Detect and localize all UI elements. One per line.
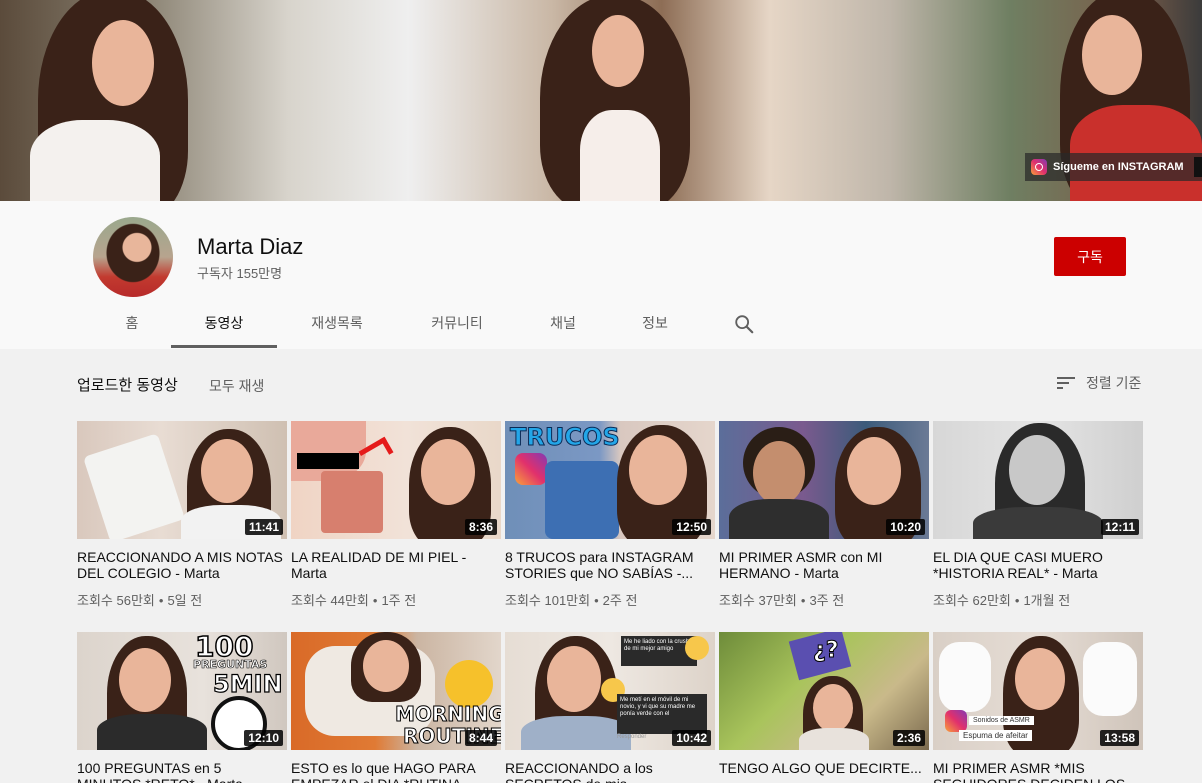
video-duration: 10:20 — [886, 519, 925, 535]
video-title[interactable]: MI PRIMER ASMR *MIS SEGUIDORES DECIDEN L… — [933, 760, 1143, 783]
video-card[interactable]: MORNING ROUTINE 8:44 ESTO es lo que HAGO… — [291, 632, 501, 783]
channel-header: Marta Diaz 구독자 155만명 구독 홈 동영상 재생목록 커뮤니티 … — [0, 201, 1202, 349]
foam-hand — [939, 642, 991, 712]
channel-tabs: 홈 동영상 재생목록 커뮤니티 채널 정보 — [0, 297, 1202, 349]
video-card[interactable]: Sonidos de ASMR Espuma de afeitar 13:58 … — [933, 632, 1143, 783]
video-duration: 12:10 — [244, 730, 283, 746]
video-thumbnail[interactable]: Me he liado con la crush de mi mejor ami… — [505, 632, 715, 750]
channel-banner: Sígueme en INSTAGRAM — [0, 0, 1202, 201]
video-thumbnail[interactable]: 8:36 — [291, 421, 501, 539]
video-title[interactable]: LA REALIDAD DE MI PIEL - Marta — [291, 549, 501, 581]
video-title[interactable]: 8 TRUCOS para INSTAGRAM STORIES que NO S… — [505, 549, 715, 581]
video-title[interactable]: REACCIONANDO A MIS NOTAS DEL COLEGIO - M… — [77, 549, 287, 581]
emoji-icon — [685, 636, 709, 660]
video-title[interactable]: EL DIA QUE CASI MUERO *HISTORIA REAL* - … — [933, 549, 1143, 581]
video-duration: 11:41 — [244, 519, 283, 535]
video-title[interactable]: MI PRIMER ASMR con MI HERMANO - Marta — [719, 549, 929, 581]
video-thumbnail[interactable]: TRUCOS 12:50 — [505, 421, 715, 539]
tab-about[interactable]: 정보 — [632, 297, 678, 349]
video-card[interactable]: ¿? 2:36 TENGO ALGO QUE DECIRTE... — [719, 632, 929, 783]
video-card[interactable]: 8:36 LA REALIDAD DE MI PIEL - Marta 조회수 … — [291, 421, 501, 609]
instagram-icon — [515, 453, 547, 485]
subscribe-button[interactable]: 구독 — [1054, 237, 1126, 276]
video-meta: 조회수 37만회 • 3주 전 — [719, 593, 845, 608]
video-thumbnail[interactable]: 12:11 — [933, 421, 1143, 539]
instagram-icon — [1031, 159, 1047, 175]
video-title[interactable]: REACCIONANDO a los SECRETOS de mis — [505, 760, 715, 783]
video-duration: 8:36 — [464, 519, 497, 535]
video-card[interactable]: 100 PREGUNTAS 5MIN 12:10 100 PREGUNTAS e… — [77, 632, 287, 783]
video-duration: 12:11 — [1100, 519, 1139, 535]
video-card[interactable]: 12:11 EL DIA QUE CASI MUERO *HISTORIA RE… — [933, 421, 1143, 609]
subscriber-count: 구독자 155만명 — [197, 266, 283, 281]
video-thumbnail[interactable]: Sonidos de ASMR Espuma de afeitar 13:58 — [933, 632, 1143, 750]
video-duration: 8:44 — [464, 730, 497, 746]
tab-community[interactable]: 커뮤니티 — [416, 297, 498, 349]
video-title[interactable]: TENGO ALGO QUE DECIRTE... — [719, 760, 929, 783]
video-duration: 13:58 — [1100, 730, 1139, 746]
sort-icon — [1057, 377, 1075, 389]
channel-name: Marta Diaz — [197, 234, 304, 259]
video-meta: 조회수 56만회 • 5일 전 — [77, 593, 203, 608]
instagram-link[interactable]: Sígueme en INSTAGRAM — [1025, 153, 1202, 181]
video-thumbnail[interactable]: 100 PREGUNTAS 5MIN 12:10 — [77, 632, 287, 750]
video-duration: 12:50 — [672, 519, 711, 535]
tab-channels[interactable]: 채널 — [539, 297, 587, 349]
search-icon[interactable] — [733, 313, 755, 335]
tab-playlists[interactable]: 재생목록 — [296, 297, 378, 349]
video-thumbnail[interactable]: 10:20 — [719, 421, 929, 539]
sun-icon — [445, 660, 493, 708]
video-duration: 2:36 — [892, 730, 925, 746]
video-thumbnail[interactable]: 11:41 — [77, 421, 287, 539]
channel-avatar[interactable] — [93, 217, 173, 297]
video-card[interactable]: Me he liado con la crush de mi mejor ami… — [505, 632, 715, 783]
tab-videos[interactable]: 동영상 — [171, 297, 277, 349]
video-title[interactable]: ESTO es lo que HAGO PARA EMPEZAR el DIA … — [291, 760, 501, 783]
video-title[interactable]: 100 PREGUNTAS en 5 MINUTOS *RETO* - Mart… — [77, 760, 287, 783]
uploads-title: 업로드한 동영상 — [77, 377, 178, 394]
video-thumbnail[interactable]: MORNING ROUTINE 8:44 — [291, 632, 501, 750]
video-thumbnail[interactable]: ¿? 2:36 — [719, 632, 929, 750]
play-all-button[interactable]: 모두 재생 — [209, 376, 264, 396]
instagram-icon — [945, 710, 967, 732]
video-meta: 조회수 44만회 • 1주 전 — [291, 593, 417, 608]
video-card[interactable]: 11:41 REACCIONANDO A MIS NOTAS DEL COLEG… — [77, 421, 287, 609]
video-meta: 조회수 62만회 • 1개월 전 — [933, 593, 1071, 608]
video-duration: 10:42 — [672, 730, 711, 746]
foam-hand — [1083, 642, 1137, 716]
video-meta: 조회수 101만회 • 2주 전 — [505, 593, 638, 608]
sort-button[interactable]: 정렬 기준 — [1056, 373, 1141, 393]
video-card[interactable]: TRUCOS 12:50 8 TRUCOS para INSTAGRAM STO… — [505, 421, 715, 609]
video-card[interactable]: 10:20 MI PRIMER ASMR con MI HERMANO - Ma… — [719, 421, 929, 609]
tab-home[interactable]: 홈 — [116, 297, 148, 349]
